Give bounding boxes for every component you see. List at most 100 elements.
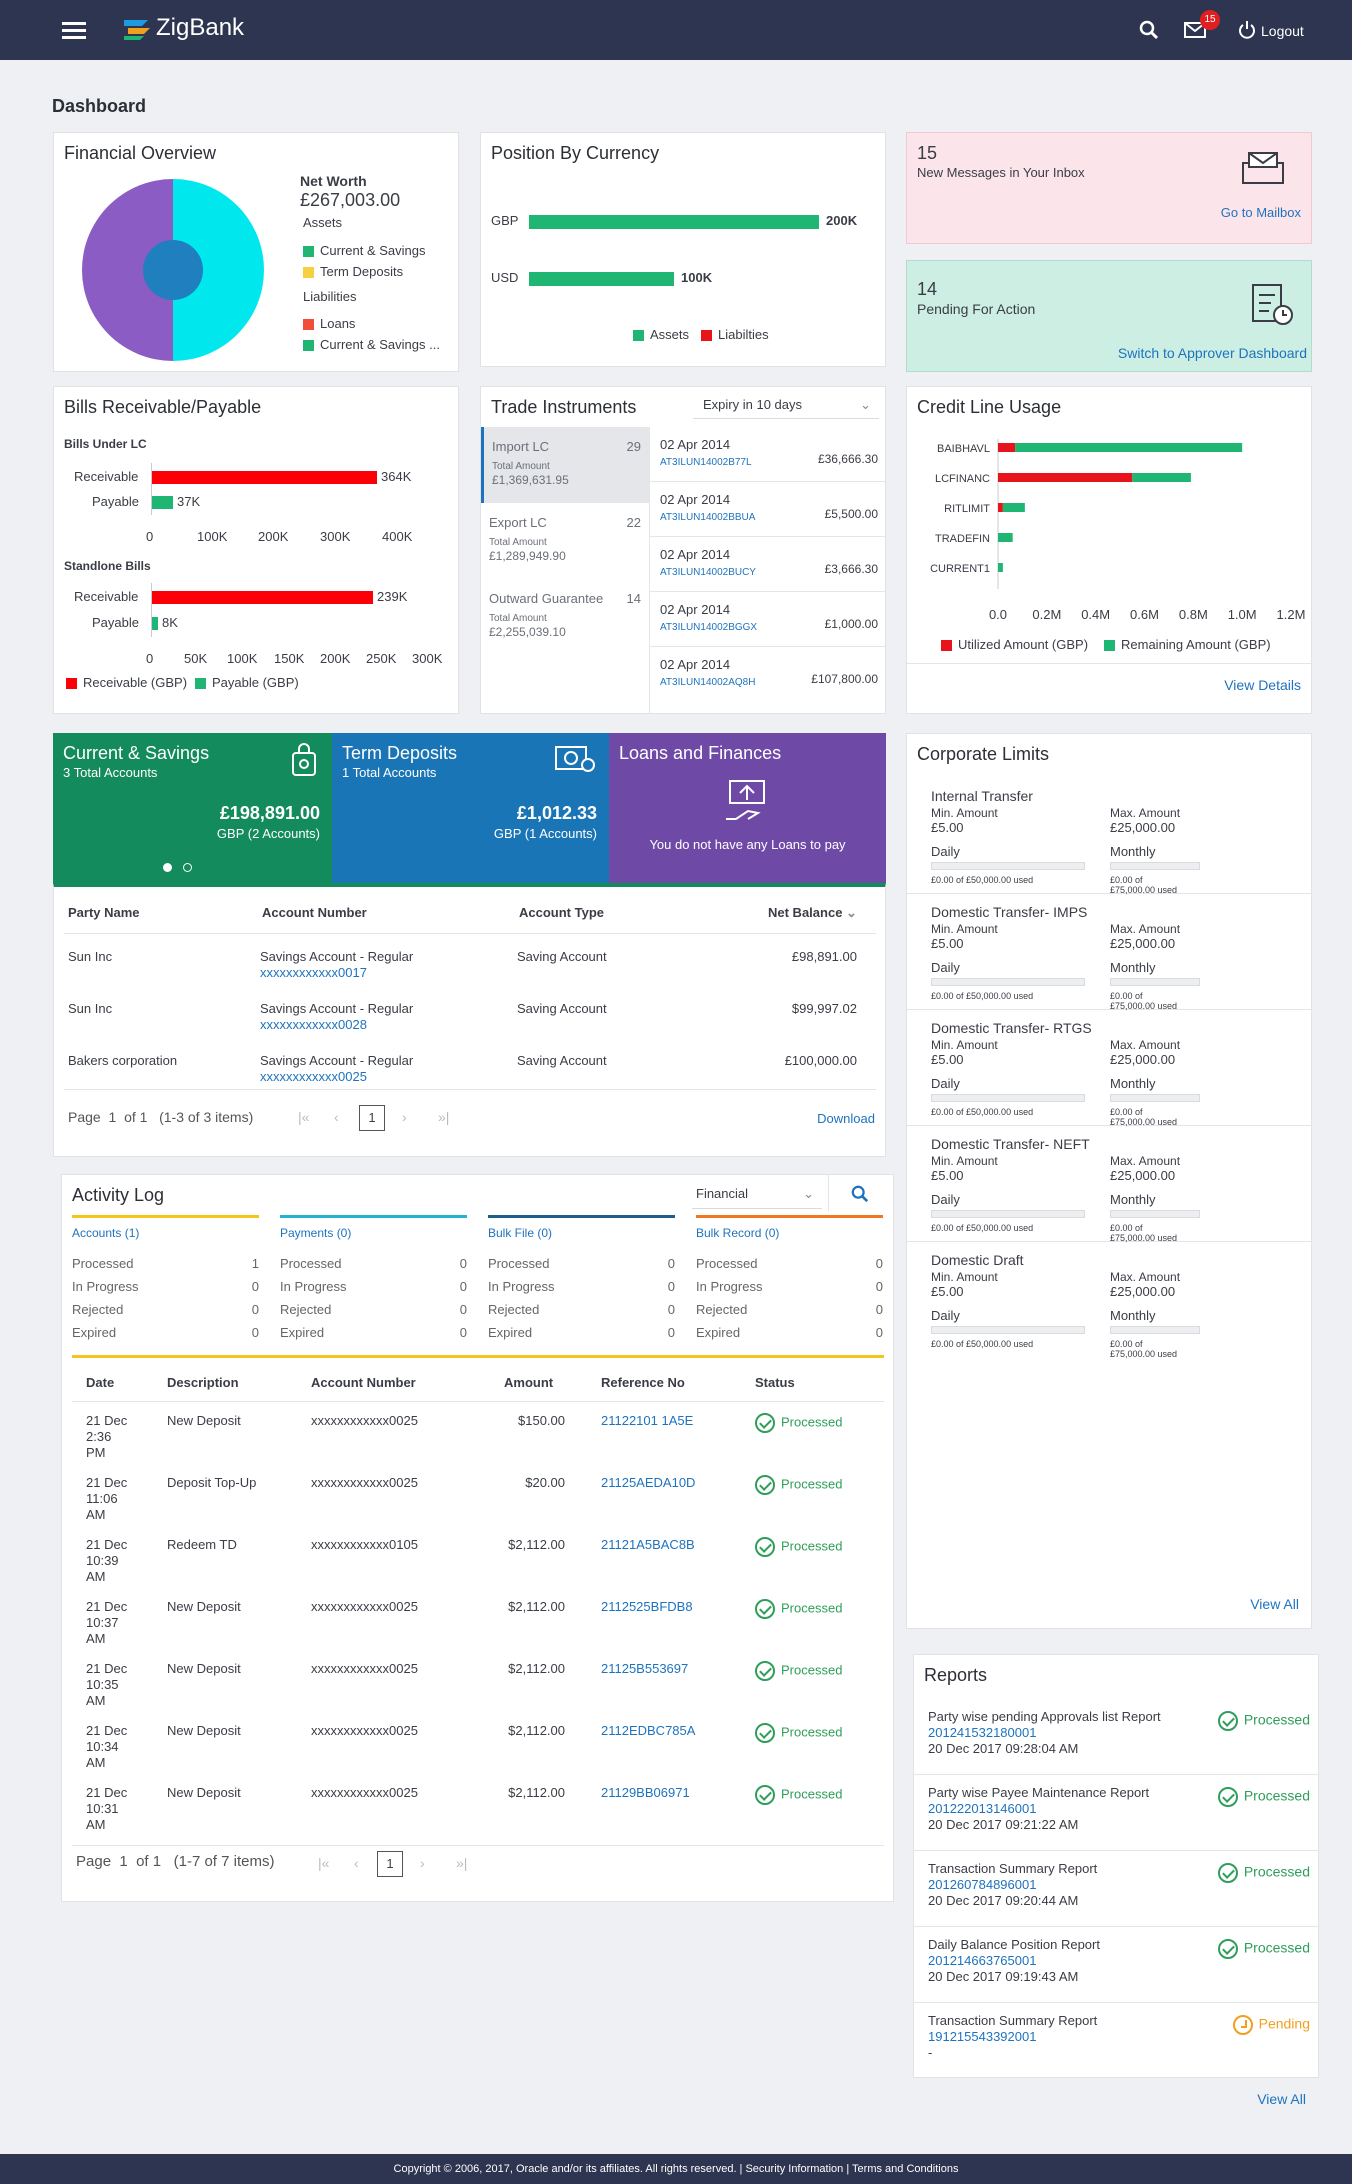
table-row[interactable]: Bakers corporation Savings Account - Reg… bbox=[54, 1043, 887, 1095]
row-account: xxxxxxxxxxxx0025 bbox=[311, 1475, 418, 1490]
row-reference-link[interactable]: 2112525BFDB8 bbox=[601, 1599, 693, 1614]
go-to-mailbox-link[interactable]: Go to Mailbox bbox=[1221, 205, 1301, 220]
report-name: Transaction Summary Report bbox=[928, 2013, 1098, 2028]
row-reference-link[interactable]: 21122101 1A5E bbox=[601, 1413, 693, 1428]
pager-prev-icon[interactable]: ‹ bbox=[334, 1109, 339, 1125]
carousel-dot-active[interactable] bbox=[163, 863, 172, 872]
view-all-reports-link[interactable]: View All bbox=[1257, 2091, 1306, 2107]
row-reference-link[interactable]: 21125AEDA10D bbox=[601, 1475, 695, 1490]
search-icon[interactable] bbox=[1139, 20, 1159, 40]
activity-group-bulk-file[interactable]: Bulk File (0) Processed 0 In Progress 0 Re… bbox=[488, 1215, 675, 1345]
pager-last-icon[interactable]: »| bbox=[456, 1855, 467, 1871]
category-label: CURRENT1 bbox=[930, 563, 990, 575]
trade-type-import-lc[interactable]: Import LC 29 Total Amount £1,369,631.95 bbox=[481, 427, 649, 503]
trade-type-outward-guarantee[interactable]: Outward Guarantee 14 Total Amount £2,255… bbox=[481, 579, 649, 655]
pager-first-icon[interactable]: |« bbox=[298, 1109, 309, 1125]
view-details-link[interactable]: View Details bbox=[1224, 677, 1301, 693]
row-account: xxxxxxxxxxxx0025 bbox=[311, 1661, 418, 1676]
limit-item[interactable]: Domestic Draft Min. Amount £5.00 Max. Amoun… bbox=[907, 1242, 1311, 1359]
menu-icon[interactable] bbox=[62, 22, 86, 40]
page-number-box[interactable]: 1 bbox=[359, 1105, 385, 1131]
pager-next-icon[interactable]: › bbox=[420, 1855, 425, 1871]
page-title: Dashboard bbox=[52, 96, 147, 116]
report-id-link[interactable]: 201260784896001 bbox=[928, 1877, 1036, 1892]
trade-item[interactable]: 02 Apr 2014 AT3ILUN14002AQ8H £107,800.00 bbox=[650, 647, 886, 702]
expiry-filter-select[interactable]: Expiry in 10 days ⌄ bbox=[693, 391, 879, 419]
table-row[interactable]: 21 Dec 10:39 AM Redeem TD xxxxxxxxxxxx0105 $2… bbox=[62, 1529, 895, 1591]
bar-lc-payable bbox=[151, 496, 173, 509]
table-row[interactable]: 21 Dec 10:35 AM New Deposit xxxxxxxxxxxx0025… bbox=[62, 1653, 895, 1715]
power-icon[interactable] bbox=[1237, 20, 1257, 40]
sa-axis-line bbox=[151, 583, 152, 637]
loans-finances-tile[interactable]: Loans and Finances You do not have any L… bbox=[609, 733, 886, 883]
table-row[interactable]: Sun Inc Savings Account - Regular xxxxxx… bbox=[54, 939, 887, 991]
row-reference-link[interactable]: 21129BB06971 bbox=[601, 1785, 690, 1800]
pager-last-icon[interactable]: »| bbox=[438, 1109, 449, 1125]
report-item[interactable]: Daily Balance Position Report 20121466376… bbox=[914, 1927, 1318, 2003]
term-deposits-tile[interactable]: Term Deposits 1 Total Accounts £1,012.33… bbox=[332, 733, 609, 883]
view-all-limits-link[interactable]: View All bbox=[1250, 1596, 1299, 1612]
net-worth-donut-chart bbox=[82, 179, 264, 361]
report-date: - bbox=[928, 2045, 933, 2060]
row-date-time: 10:37 bbox=[86, 1615, 119, 1630]
trade-item[interactable]: 02 Apr 2014 AT3ILUN14002BUCY £3,666.30 bbox=[650, 537, 886, 592]
activity-group-bulk-record[interactable]: Bulk Record (0) Processed 0 In Progress 0 … bbox=[696, 1215, 883, 1345]
trade-item[interactable]: 02 Apr 2014 AT3ILUN14002B77L £36,666.30 bbox=[650, 427, 886, 482]
limit-item[interactable]: Domestic Transfer- IMPS Min. Amount £5.00 M… bbox=[907, 894, 1311, 1011]
lc-tick: 0 bbox=[146, 529, 154, 544]
trade-item[interactable]: 02 Apr 2014 AT3ILUN14002BBUA £5,500.00 bbox=[650, 482, 886, 537]
carousel-dot[interactable] bbox=[183, 863, 192, 872]
net-worth-label: Net Worth bbox=[300, 173, 367, 189]
pager-prev-icon[interactable]: ‹ bbox=[354, 1855, 359, 1871]
report-id-link[interactable]: 191215543392001 bbox=[928, 2029, 1036, 2044]
trade-item[interactable]: 02 Apr 2014 AT3ILUN14002BGGX £1,000.00 bbox=[650, 592, 886, 647]
activity-group-payments[interactable]: Payments (0) Processed 0 In Progress 0 Rej… bbox=[280, 1215, 467, 1345]
report-item[interactable]: Party wise pending Approvals list Report… bbox=[914, 1699, 1318, 1775]
monthly-used-text-2: £75,000.00 used bbox=[1110, 1349, 1178, 1359]
current-savings-tile[interactable]: Current & Savings 3 Total Accounts £198,… bbox=[53, 733, 332, 883]
report-item[interactable]: Transaction Summary Report 19121554339200… bbox=[914, 2003, 1318, 2079]
filter-search-button[interactable] bbox=[828, 1175, 888, 1211]
status-text: Processed bbox=[781, 1414, 843, 1430]
table-row[interactable]: 21 Dec 10:34 AM New Deposit xxxxxxxxxxxx0025… bbox=[62, 1715, 895, 1777]
card-title: Trade Instruments bbox=[491, 397, 637, 417]
credit-line-chart: BAIBHAVL LCFINANC RITLIMIT TRADEFIN CURRENT1… bbox=[930, 439, 1305, 622]
table-row[interactable]: 21 Dec 10:31 AM New Deposit xxxxxxxxxxxx0025… bbox=[62, 1777, 895, 1839]
report-item[interactable]: Transaction Summary Report 20126078489600… bbox=[914, 1851, 1318, 1927]
row-date-ampm: AM bbox=[86, 1569, 106, 1584]
col-header-amount: Amount bbox=[504, 1375, 554, 1390]
report-id-link[interactable]: 201241532180001 bbox=[928, 1725, 1036, 1740]
page-number-box[interactable]: 1 bbox=[377, 1851, 403, 1877]
bar-lc-receivable-value: 364K bbox=[381, 469, 412, 484]
limit-item[interactable]: Domestic Transfer- NEFT Min. Amount £5.00 M… bbox=[907, 1126, 1311, 1243]
limit-item[interactable]: Domestic Transfer- RTGS Min. Amount £5.00 M… bbox=[907, 1010, 1311, 1127]
trade-type-export-lc[interactable]: Export LC 22 Total Amount £1,289,949.90 bbox=[481, 503, 649, 579]
table-row[interactable]: 21 Dec 11:06 AM Deposit Top-Up xxxxxxxxxxxx0… bbox=[62, 1467, 895, 1529]
report-id-link[interactable]: 201214663765001 bbox=[928, 1953, 1036, 1968]
row-account: xxxxxxxxxxxx0025 bbox=[311, 1413, 418, 1428]
deposit-icon bbox=[555, 746, 595, 772]
row-reference-link[interactable]: 2112EDBC785A bbox=[601, 1723, 695, 1738]
col-header-net-balance[interactable]: Net Balance ⌄ bbox=[768, 905, 857, 921]
bills-card: Bills Receivable/Payable Bills Under LC … bbox=[53, 386, 459, 714]
table-row[interactable]: 21 Dec 10:37 AM New Deposit xxxxxxxxxxxx0025… bbox=[62, 1591, 895, 1653]
activity-group-accounts[interactable]: Accounts (1) Processed 1 In Progress 0 Rej… bbox=[72, 1215, 259, 1345]
limit-item[interactable]: Internal Transfer Min. Amount £5.00 Max. Am… bbox=[907, 778, 1311, 895]
logout-link[interactable]: Logout bbox=[1261, 23, 1304, 39]
pager-first-icon[interactable]: |« bbox=[318, 1855, 329, 1871]
download-link[interactable]: Download bbox=[817, 1111, 875, 1126]
legend-loans: Loans bbox=[303, 316, 355, 331]
pending-tile[interactable]: 14 Pending For Action Switch to Approver… bbox=[906, 260, 1312, 372]
row-reference-link[interactable]: 21125B553697 bbox=[601, 1661, 688, 1676]
switch-approver-link[interactable]: Switch to Approver Dashboard bbox=[1118, 345, 1307, 361]
financial-overview-card: Financial Overview Net Worth £267,003.00… bbox=[53, 132, 459, 372]
pager-next-icon[interactable]: › bbox=[402, 1109, 407, 1125]
table-row[interactable]: 21 Dec 2:36 PM New Deposit xxxxxxxxxxxx0025 $… bbox=[62, 1405, 895, 1467]
limit-name: Internal Transfer bbox=[931, 788, 1033, 804]
row-reference-link[interactable]: 21121A5BAC8B bbox=[601, 1537, 695, 1552]
report-item[interactable]: Party wise Payee Maintenance Report 20122… bbox=[914, 1775, 1318, 1851]
inbox-tile[interactable]: 15 New Messages in Your Inbox Go to Mail… bbox=[906, 132, 1312, 244]
table-row[interactable]: Sun Inc Savings Account - Regular xxxxxx… bbox=[54, 991, 887, 1043]
activity-filter-select[interactable]: Financial ⌄ bbox=[692, 1179, 822, 1209]
report-id-link[interactable]: 201222013146001 bbox=[928, 1801, 1036, 1816]
